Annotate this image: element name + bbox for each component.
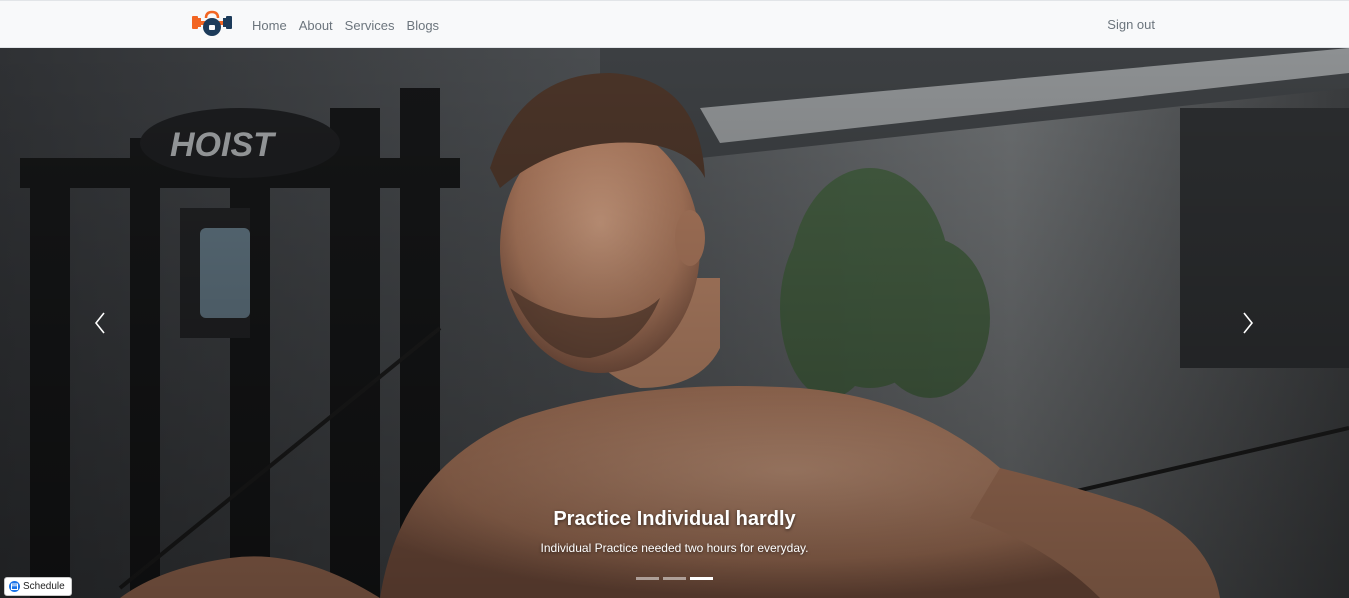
schedule-button[interactable]: Schedule <box>4 577 72 596</box>
nav-link-about[interactable]: About <box>299 18 333 33</box>
schedule-label: Schedule <box>23 581 65 592</box>
dumbbell-kettlebell-logo-icon[interactable] <box>190 10 234 40</box>
carousel-indicators <box>636 577 713 580</box>
chevron-left-icon <box>94 312 105 334</box>
carousel-indicator-2[interactable] <box>663 577 686 580</box>
carousel-prev-button[interactable] <box>80 303 120 343</box>
nav-links: Home About Services Blogs <box>252 1 439 49</box>
hero-carousel: HOIST Practice Individual hardly Individ… <box>0 48 1349 598</box>
carousel-caption-text: Individual Practice needed two hours for… <box>540 541 809 555</box>
carousel-indicator-1[interactable] <box>636 577 659 580</box>
nav-link-home[interactable]: Home <box>252 18 287 33</box>
nav-link-services[interactable]: Services <box>345 18 395 33</box>
carousel-caption-title: Practice Individual hardly <box>553 508 796 530</box>
top-navbar: Home About Services Blogs Sign out <box>0 0 1349 48</box>
carousel-indicator-3[interactable] <box>690 577 713 580</box>
calendar-icon <box>9 581 20 592</box>
sign-out-link[interactable]: Sign out <box>1107 1 1155 49</box>
carousel-next-button[interactable] <box>1228 303 1268 343</box>
nav-link-blogs[interactable]: Blogs <box>407 18 440 33</box>
chevron-right-icon <box>1243 312 1254 334</box>
